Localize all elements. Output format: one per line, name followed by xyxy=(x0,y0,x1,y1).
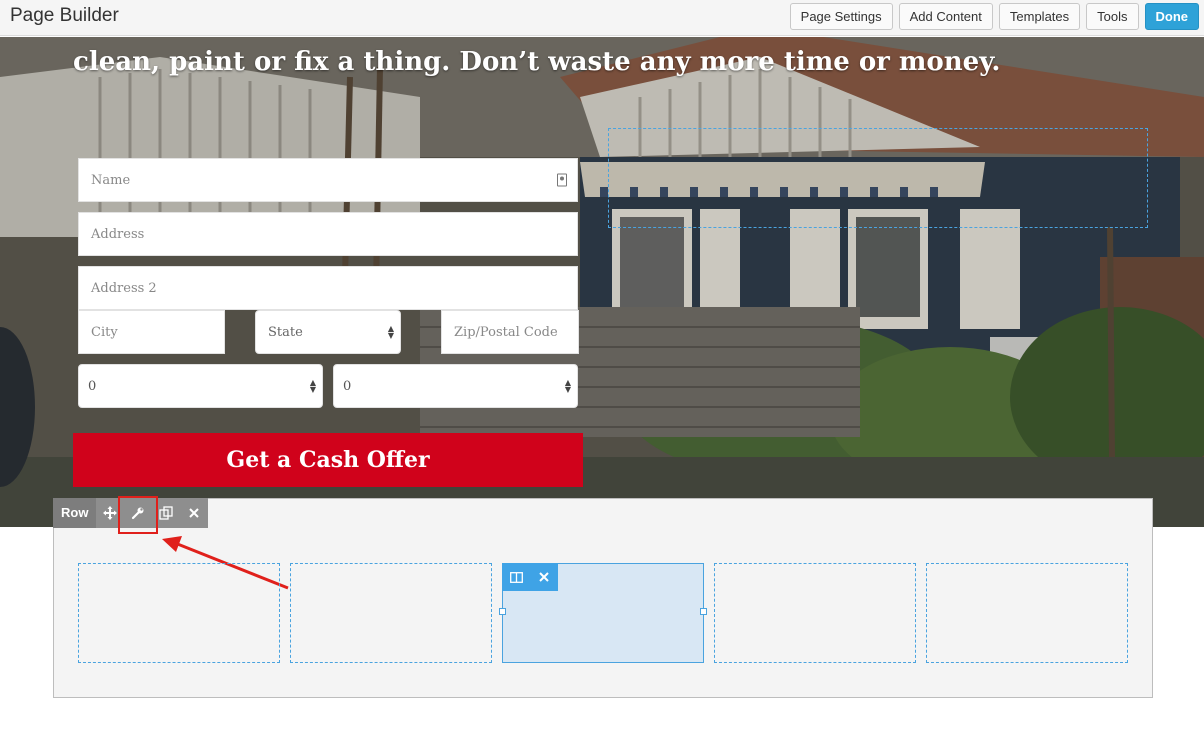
tools-button[interactable]: Tools xyxy=(1086,3,1139,30)
page-settings-button[interactable]: Page Settings xyxy=(789,3,893,30)
column-5[interactable] xyxy=(926,563,1128,663)
column-4[interactable] xyxy=(714,563,916,663)
column-2[interactable] xyxy=(290,563,492,663)
app-title: Page Builder xyxy=(10,5,119,26)
close-icon[interactable] xyxy=(180,498,208,528)
columns-icon[interactable] xyxy=(502,563,530,591)
annotation-highlight-box xyxy=(118,496,158,534)
done-button[interactable]: Done xyxy=(1144,3,1199,30)
resize-handle-left[interactable] xyxy=(499,608,506,615)
column-1[interactable] xyxy=(78,563,280,663)
add-content-button[interactable]: Add Content xyxy=(898,3,993,30)
row-label: Row xyxy=(53,498,97,528)
column-close-icon[interactable] xyxy=(530,563,558,591)
templates-button[interactable]: Templates xyxy=(998,3,1081,30)
resize-handle-right[interactable] xyxy=(700,608,707,615)
top-bar: Page Builder Page Settings Add Content T… xyxy=(0,0,1204,36)
topbar-buttons: Page Settings Add Content Templates Tool… xyxy=(789,3,1199,30)
column-toolbar xyxy=(502,563,558,591)
